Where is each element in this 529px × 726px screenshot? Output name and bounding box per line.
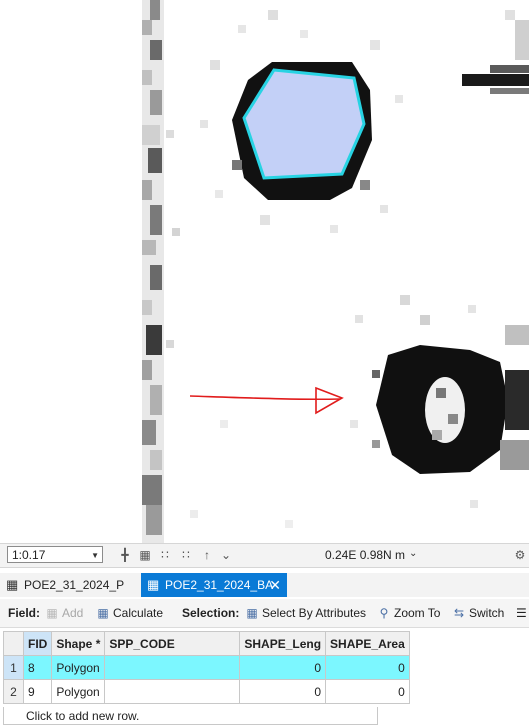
add-field-label: Add <box>62 606 84 620</box>
table-row[interactable]: 1 8 Polygon 0 0 <box>3 655 410 680</box>
raster-pixels-left-border <box>142 0 220 543</box>
column-header-fid[interactable]: FID <box>22 631 53 656</box>
table-header-row: FID Shape * SPP_CODE SHAPE_Leng SHAPE_Ar… <box>3 631 410 656</box>
zoom-icon: ⚲ <box>379 606 389 620</box>
column-header-shape[interactable]: Shape * <box>51 631 106 656</box>
add-field-button[interactable]: ▦ Add <box>45 605 83 621</box>
attribute-table: FID Shape * SPP_CODE SHAPE_Leng SHAPE_Ar… <box>0 628 529 726</box>
coordinate-readout: 0.24E 0.98N m <box>325 548 406 562</box>
cell-spp-code[interactable] <box>104 679 241 704</box>
map-status-bar: 1:0.17 ▼ ╋ ▦ ∷ ∷ ↑ ⌄ 0.24E 0.98N m ⌄ ⚙ <box>0 543 529 568</box>
calculator-icon: ▦ <box>97 606 109 620</box>
constraints-icon[interactable]: ∷ <box>178 547 194 563</box>
table-row[interactable]: 2 9 Polygon 0 0 <box>3 679 410 704</box>
north-arrow-icon[interactable]: ↑ <box>199 547 215 563</box>
tab-poe2-31-2024-ba[interactable]: ▦ POE2_31_2024_BA ✕ <box>141 573 287 597</box>
tab-label: POE2_31_2024_P <box>24 578 125 592</box>
tab-label: POE2_31_2024_BA <box>165 578 274 592</box>
calculate-label: Calculate <box>113 606 164 620</box>
chevron-down-icon[interactable]: ⌄ <box>218 547 234 563</box>
row-number[interactable]: 2 <box>3 679 24 704</box>
switch-label: Switch <box>469 606 505 620</box>
grid-icon[interactable]: ▦ <box>137 547 153 563</box>
raster-dark-ring <box>372 325 529 474</box>
attribute-table-grid: FID Shape * SPP_CODE SHAPE_Leng SHAPE_Ar… <box>3 631 410 704</box>
cell-spp-code[interactable] <box>104 655 241 680</box>
cell-shape-area[interactable]: 0 <box>325 655 410 680</box>
cell-fid[interactable]: 8 <box>22 655 53 680</box>
cell-fid[interactable]: 9 <box>22 679 53 704</box>
navigator-icon[interactable]: ╋ <box>117 547 133 563</box>
zoom-to-label: Zoom To <box>394 606 441 620</box>
table-toolbar: Field: ▦ Add ▦ Calculate Selection: ▦ Selec… <box>0 599 529 628</box>
close-icon[interactable]: ✕ <box>269 573 281 597</box>
column-header-shape-leng[interactable]: SHAPE_Leng <box>239 631 327 656</box>
scale-selector[interactable]: 1:0.17 ▼ <box>7 546 103 563</box>
add-new-row[interactable]: Click to add new row. <box>3 707 378 725</box>
chevron-down-icon[interactable]: ⌄ <box>409 548 417 559</box>
table-icon: ▦ <box>6 577 19 592</box>
map-view[interactable] <box>0 0 529 543</box>
calculate-field-button[interactable]: ▦ Calculate <box>96 605 163 621</box>
cell-shape[interactable]: Polygon <box>51 655 106 680</box>
attribute-table-tabs: ▦ POE2_31_2024_P ▦ POE2_31_2024_BA ✕ <box>0 573 529 597</box>
chevron-down-icon: ▼ <box>91 551 99 560</box>
cell-shape[interactable]: Polygon <box>51 679 106 704</box>
switch-selection-button[interactable]: ⇆ Switch <box>452 605 504 621</box>
select-by-attributes-button[interactable]: ▦ Select By Attributes <box>245 605 366 621</box>
row-header-corner <box>3 631 24 656</box>
cell-shape-leng[interactable]: 0 <box>239 655 327 680</box>
select-by-attributes-label: Select By Attributes <box>262 606 367 620</box>
select-by-attributes-icon: ▦ <box>246 606 258 620</box>
switch-icon: ⇆ <box>453 606 465 620</box>
add-field-icon: ▦ <box>46 606 58 620</box>
column-header-spp-code[interactable]: SPP_CODE <box>104 631 241 656</box>
column-header-shape-area[interactable]: SHAPE_Area <box>325 631 410 656</box>
field-label: Field: <box>8 606 40 620</box>
cell-shape-leng[interactable]: 0 <box>239 679 327 704</box>
tab-poe2-31-2024-p[interactable]: ▦ POE2_31_2024_P <box>0 573 136 597</box>
row-number[interactable]: 1 <box>3 655 24 680</box>
snapping-icon[interactable]: ∷ <box>157 547 173 563</box>
scale-value: 1:0.17 <box>12 548 46 562</box>
red-hand-drawn-arrow <box>189 386 344 415</box>
table-icon: ▦ <box>147 577 160 592</box>
selection-label: Selection: <box>182 606 240 620</box>
map-canvas[interactable] <box>0 0 529 543</box>
cell-shape-area[interactable]: 0 <box>325 679 410 704</box>
raster-dark-mark-top-right <box>462 20 529 94</box>
menu-icon[interactable]: ☰ <box>516 605 527 621</box>
zoom-to-button[interactable]: ⚲ Zoom To <box>377 605 441 621</box>
settings-icon[interactable]: ⚙ <box>512 547 528 563</box>
